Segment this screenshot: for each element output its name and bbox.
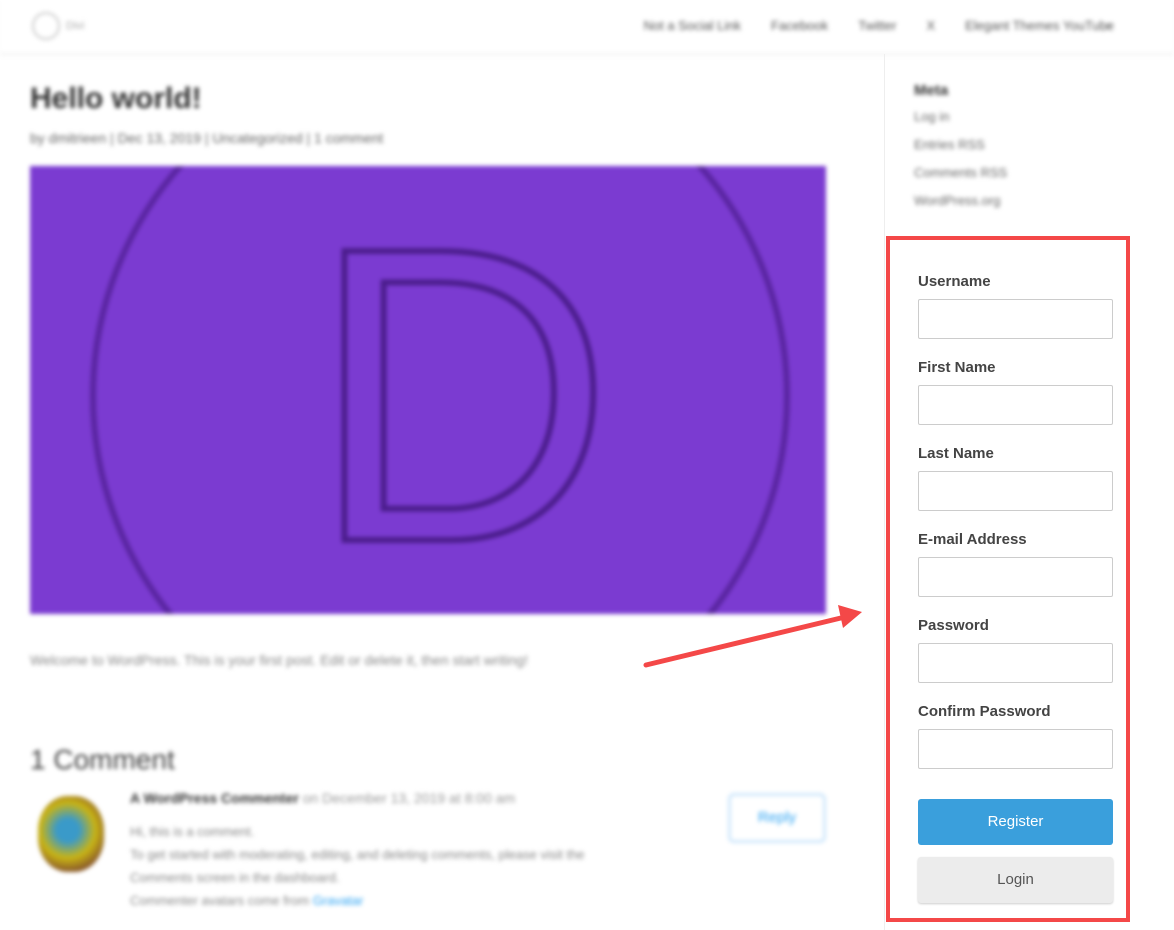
last-name-input[interactable]: [918, 471, 1113, 511]
first-name-label: First Name: [918, 359, 996, 376]
confirm-password-input[interactable]: [918, 729, 1113, 769]
registration-form: Username First Name Last Name E-mail Add…: [886, 236, 1130, 922]
password-label: Password: [918, 617, 989, 634]
email-label: E-mail Address: [918, 531, 1027, 548]
last-name-label: Last Name: [918, 445, 994, 462]
email-input[interactable]: [918, 557, 1113, 597]
confirm-password-label: Confirm Password: [918, 703, 1051, 720]
first-name-input[interactable]: [918, 385, 1113, 425]
password-input[interactable]: [918, 643, 1113, 683]
register-button[interactable]: Register: [918, 799, 1113, 845]
login-button[interactable]: Login: [918, 857, 1113, 903]
username-input[interactable]: [918, 299, 1113, 339]
username-label: Username: [918, 273, 991, 290]
